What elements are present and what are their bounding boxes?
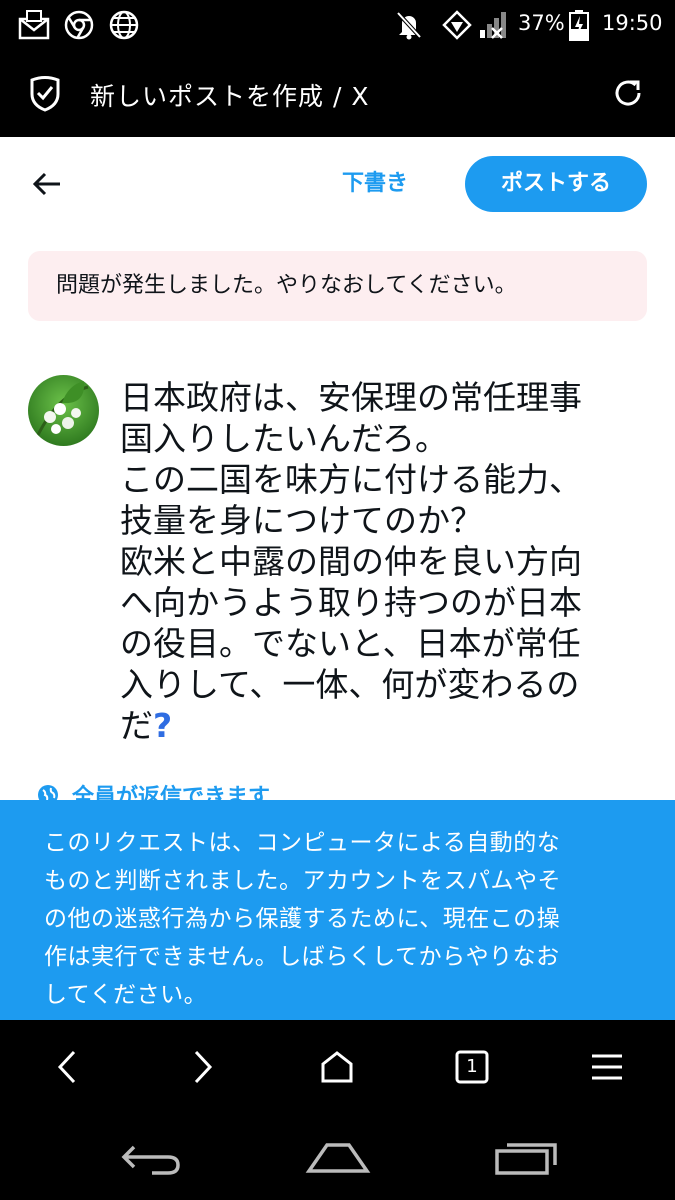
post-line: の役目。でないと、日本が常任 bbox=[120, 624, 581, 663]
signal-icon bbox=[478, 8, 508, 42]
toast-line: してください。 bbox=[44, 982, 208, 1008]
back-arrow-icon bbox=[32, 172, 60, 196]
vpn-icon bbox=[442, 8, 472, 42]
toast-line: ものと判断されました。アカウントをスパムやそ bbox=[44, 868, 561, 894]
system-home-icon[interactable] bbox=[298, 1132, 378, 1182]
error-banner: 問題が発生しました。やりなおしてください。 bbox=[28, 251, 647, 321]
shield-check-icon[interactable] bbox=[28, 74, 62, 116]
post-line: この二国を味方に付ける能力、 bbox=[120, 460, 582, 499]
post-line: 国入りしたいんだろ。 bbox=[120, 419, 449, 458]
globe-icon bbox=[108, 8, 140, 42]
avatar[interactable] bbox=[28, 375, 99, 446]
post-line: 欧米と中露の間の仲を良い方向 bbox=[120, 542, 582, 581]
browser-title-bar: 新しいポストを作成 / X bbox=[0, 50, 675, 137]
toast-line: 作は実行できません。しばらくしてからやりなお bbox=[44, 944, 560, 970]
browser-forward-icon[interactable] bbox=[178, 1042, 228, 1092]
tab-count: 1 bbox=[466, 1056, 478, 1077]
mail-icon bbox=[18, 8, 50, 42]
post-line-last: だ? bbox=[120, 705, 640, 746]
post-line: 日本政府は、安保理の常任理事 bbox=[120, 378, 582, 417]
post-line: 技量を身につけてのか？ bbox=[120, 501, 483, 540]
browser-back-icon[interactable] bbox=[42, 1042, 92, 1092]
reply-setting-label: 全員が返信できます bbox=[72, 785, 271, 800]
reply-setting-button[interactable]: 全員が返信できます bbox=[36, 780, 270, 800]
status-bar: 37% 19:50 bbox=[0, 0, 675, 50]
reload-icon[interactable] bbox=[610, 75, 646, 115]
clock: 19:50 bbox=[602, 11, 663, 35]
system-back-icon[interactable] bbox=[110, 1132, 190, 1182]
question-emoji: ? bbox=[153, 706, 173, 745]
post-button[interactable]: ポストする bbox=[465, 156, 647, 212]
battery-icon bbox=[568, 8, 590, 42]
compose-page: 下書き ポストする 問題が発生しました。やりなおしてください。 日本政府は、安保… bbox=[0, 137, 675, 800]
menu-icon[interactable] bbox=[582, 1042, 632, 1092]
globe-icon bbox=[36, 783, 60, 800]
chrome-icon bbox=[64, 8, 94, 42]
browser-nav-bar: 1 bbox=[0, 1020, 675, 1112]
toast-line: このリクエストは、コンピュータによる自動的な bbox=[44, 830, 561, 856]
toast-line: の他の迷惑行為から保護するために、現在この操 bbox=[44, 906, 561, 932]
tabs-button[interactable]: 1 bbox=[447, 1042, 497, 1092]
automation-warning-toast: このリクエストは、コンピュータによる自動的な ものと判断されました。アカウントを… bbox=[0, 800, 675, 1020]
mute-icon bbox=[395, 8, 423, 42]
post-line: へ向かうよう取り持つのが日本 bbox=[120, 583, 582, 622]
post-line: 入りして、一体、何が変わるの bbox=[120, 665, 580, 704]
home-icon[interactable] bbox=[312, 1042, 362, 1092]
post-body[interactable]: 日本政府は、安保理の常任理事 国入りしたいんだろ。 この二国を味方に付ける能力、… bbox=[120, 377, 640, 746]
page-title: 新しいポストを作成 / X bbox=[90, 82, 370, 111]
draft-button[interactable]: 下書き bbox=[330, 167, 420, 201]
back-button[interactable] bbox=[30, 167, 64, 201]
battery-percent: 37% bbox=[518, 11, 565, 35]
post-line-text: だ bbox=[120, 706, 153, 745]
system-nav-bar bbox=[0, 1112, 675, 1200]
system-recents-icon[interactable] bbox=[487, 1132, 567, 1182]
